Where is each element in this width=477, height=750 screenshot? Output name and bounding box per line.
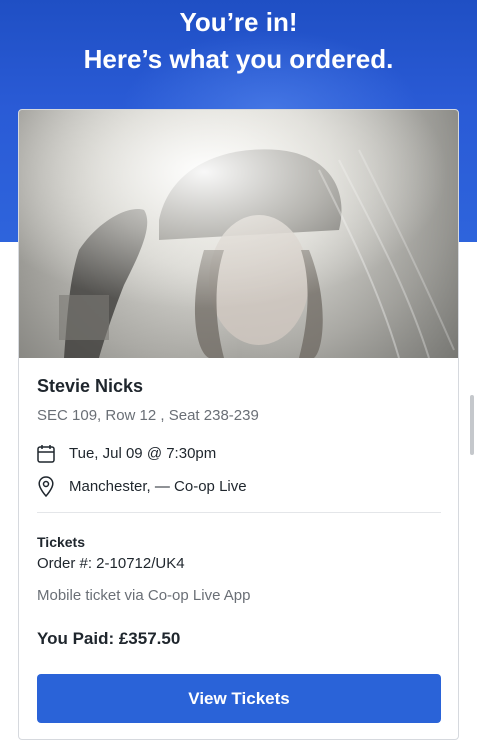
order-card: Stevie Nicks SEC 109, Row 12 , Seat 238-… [18,109,459,740]
event-venue-row: Manchester, — Co-op Live [37,475,247,497]
divider [37,512,441,513]
header-title: You’re in! [179,7,298,37]
calendar-icon [37,443,55,463]
delivery-method: Mobile ticket via Co-op Live App [37,587,251,604]
map-pin-icon [37,475,55,497]
scrollbar[interactable] [470,395,474,455]
view-tickets-button[interactable]: View Tickets [37,674,441,723]
artist-name: Stevie Nicks [37,376,144,396]
order-number: Order #: 2-10712/UK4 [37,555,185,572]
header-subtitle: Here’s what you ordered. [83,44,394,74]
seat-info: SEC 109, Row 12 , Seat 238-239 [37,407,259,424]
tickets-heading: Tickets [37,534,85,550]
amount-paid: You Paid: £357.50 [37,629,181,648]
event-date: Tue, Jul 09 @ 7:30pm [69,444,217,462]
event-venue: Manchester, — Co-op Live [69,477,247,495]
event-date-row: Tue, Jul 09 @ 7:30pm [37,443,216,463]
event-image [19,110,458,358]
